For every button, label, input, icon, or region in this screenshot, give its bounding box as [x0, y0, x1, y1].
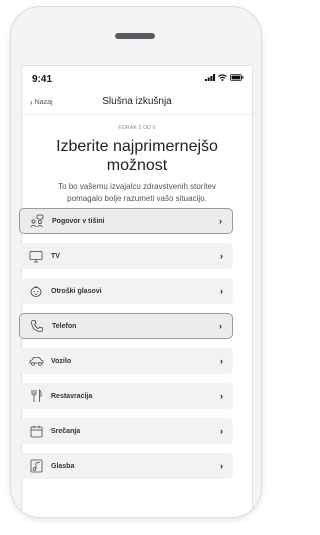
battery-icon — [230, 74, 244, 81]
phone-icon — [26, 319, 48, 333]
conversation-icon — [26, 214, 48, 228]
wifi-icon — [218, 74, 227, 81]
status-time: 9:41 — [32, 74, 53, 85]
option-restavracija[interactable]: Restavracija › — [19, 383, 233, 409]
phone-speaker — [115, 33, 155, 39]
option-pogovor-v-tisini[interactable]: Pogovor v tišini › — [19, 208, 233, 234]
options-list: Pogovor v tišini › TV › Otroški glasovi … — [19, 208, 233, 488]
chevron-right-icon: › — [220, 356, 223, 366]
chevron-right-icon: › — [219, 321, 222, 331]
step-indicator: KORAK 2 OD 6 — [118, 125, 156, 131]
page-title: Slušna izkušnja — [102, 96, 172, 107]
option-tv[interactable]: TV › — [19, 243, 233, 269]
subtitle-line-2: pomagalo bolje razumeti vašo situacijo. — [67, 194, 207, 203]
option-label: Vozilo — [51, 357, 72, 365]
subtitle-line-1: To bo vašemu izvajalcu zdravstvenih stor… — [58, 182, 216, 191]
question-heading: Izberite najprimernejšo možnost — [32, 137, 242, 175]
chevron-right-icon: › — [220, 426, 223, 436]
phone-frame: 9:41 ‹ Nazaj Slušna izkušnja KORAK 2 OD … — [10, 6, 262, 518]
chevron-right-icon: › — [220, 461, 223, 471]
option-telefon[interactable]: Telefon › — [19, 313, 233, 339]
question-subtitle: To bo vašemu izvajalcu zdravstvenih stor… — [32, 181, 242, 205]
option-label: Pogovor v tišini — [52, 217, 105, 225]
chevron-right-icon: › — [220, 286, 223, 296]
option-srecanja[interactable]: Srečanja › — [19, 418, 233, 444]
chevron-right-icon: › — [220, 251, 223, 261]
calendar-icon — [25, 425, 47, 438]
option-label: Otroški glasovi — [51, 287, 102, 295]
heading-line-1: Izberite najprimernejšo — [56, 138, 218, 155]
chevron-right-icon: › — [219, 216, 222, 226]
option-label: Glasba — [51, 462, 75, 470]
signal-icon — [205, 74, 215, 81]
option-label: Telefon — [52, 322, 77, 330]
heading-line-2: možnost — [106, 157, 168, 174]
option-label: TV — [51, 252, 60, 260]
restaurant-icon — [25, 389, 47, 403]
tv-icon — [25, 250, 47, 263]
music-icon — [25, 459, 47, 473]
car-icon — [25, 356, 47, 367]
option-vozilo[interactable]: Vozilo › — [19, 348, 233, 374]
option-otroski-glasovi[interactable]: Otroški glasovi › — [19, 278, 233, 304]
option-label: Restavracija — [51, 392, 93, 400]
chevron-right-icon: › — [220, 391, 223, 401]
option-label: Srečanja — [51, 427, 81, 435]
child-icon — [25, 285, 47, 298]
status-icons — [205, 74, 244, 81]
option-glasba[interactable]: Glasba › — [19, 453, 233, 479]
status-bar: 9:41 — [22, 66, 252, 94]
nav-bar: ‹ Nazaj Slušna izkušnja — [22, 94, 252, 115]
